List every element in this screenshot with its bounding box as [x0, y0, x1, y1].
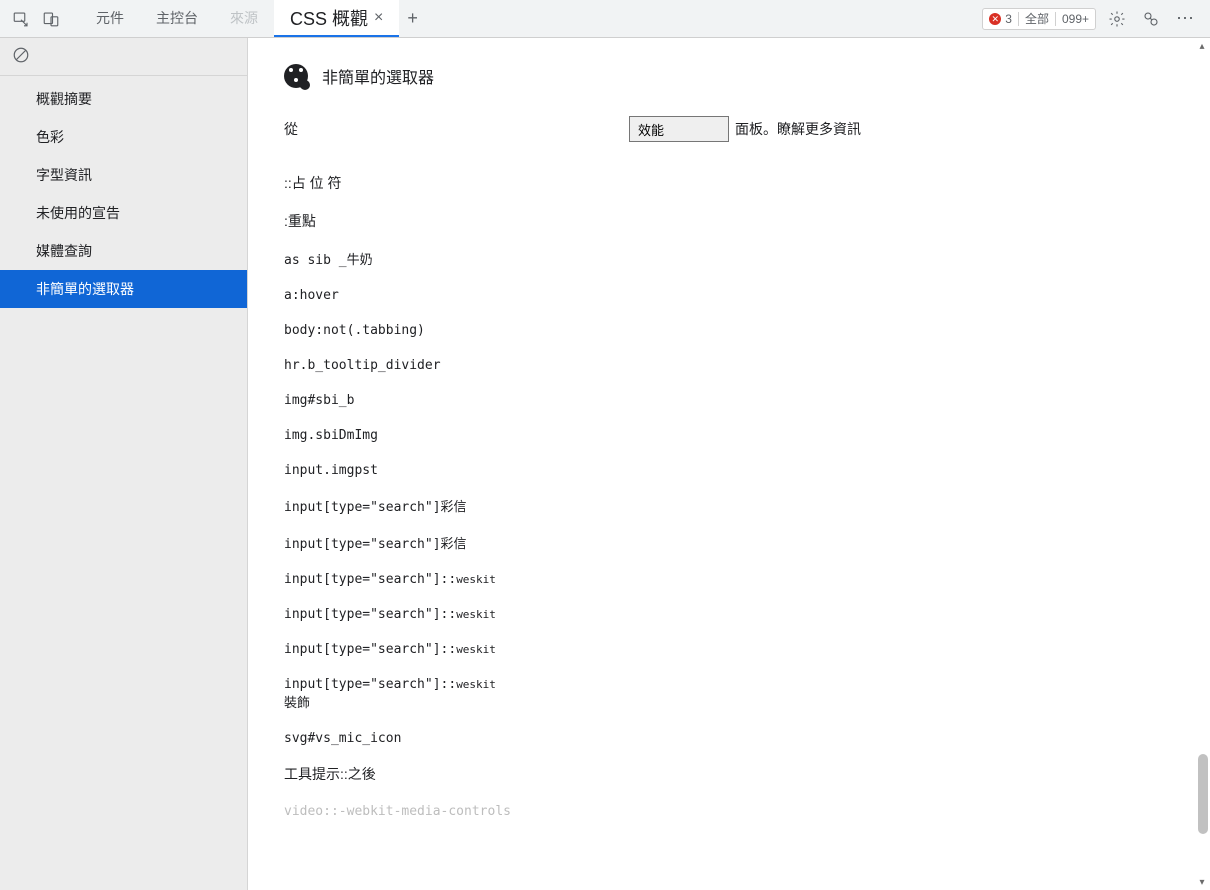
tab-sources[interactable]: 來源 [214, 0, 274, 37]
sidebar-item-label: 概觀摘要 [36, 91, 92, 107]
scrollbar-thumb[interactable] [1198, 754, 1208, 834]
settings-icon[interactable] [1104, 6, 1130, 32]
selector-text: input[type="search"]::weskit [284, 572, 496, 587]
device-toggle-icon[interactable] [36, 0, 66, 38]
inspect-element-icon[interactable] [6, 0, 36, 38]
selector-text: as sib _牛奶 [284, 253, 373, 268]
sidebar-item-label: 媒體查詢 [36, 243, 92, 259]
selector-text: ::占 位 符 [284, 175, 342, 191]
selector-item[interactable]: svg#vs_mic_icon [284, 720, 1210, 755]
scrollbar-track[interactable] [1196, 54, 1208, 874]
selector-text: :重點 [284, 213, 316, 229]
selector-text: input.imgpst [284, 463, 378, 478]
selector-item[interactable]: input[type="search"]::weskit [284, 561, 1210, 596]
selector-item[interactable]: img#sbi_b [284, 382, 1210, 417]
selector-text: hr.b_tooltip_divider [284, 358, 441, 373]
palette-icon [284, 64, 308, 88]
sidebar-item-fonts[interactable]: 字型資訊 [0, 156, 247, 194]
close-icon[interactable]: × [374, 9, 383, 27]
error-dot-icon: ✕ [989, 13, 1001, 25]
selector-text: 裝飾 [284, 695, 310, 710]
selector-item[interactable]: input.imgpst [284, 452, 1210, 487]
selector-item[interactable]: :重點 [284, 202, 1210, 240]
selector-item[interactable]: a:hover [284, 277, 1210, 312]
selector-item[interactable]: input[type="search"]彩信 [284, 487, 1210, 524]
css-overview-main: ▴ ▾ 非簡單的選取器 從 效能 面板。瞭解更多資訊 ::占 [248, 38, 1210, 890]
clear-icon[interactable] [12, 46, 30, 67]
scroll-up-button[interactable]: ▴ [1194, 38, 1210, 54]
selector-item[interactable]: hr.b_tooltip_divider [284, 347, 1210, 382]
sidebar-item-label: 未使用的宣告 [36, 205, 120, 221]
tab-label: CSS 概觀 [290, 5, 368, 31]
sidebar-item-label: 字型資訊 [36, 167, 92, 183]
tab-label: 來源 [230, 8, 258, 28]
tab-css-overview[interactable]: CSS 概觀 × [274, 0, 399, 37]
sidebar-item-summary[interactable]: 概觀摘要 [0, 80, 247, 118]
selector-item[interactable]: input[type="search"]::weskit [284, 596, 1210, 631]
hint-after-label: 面板。瞭解更多資訊 [735, 119, 861, 139]
sidebar-item-nonsimple[interactable]: 非簡單的選取器 [0, 270, 247, 308]
dock-side-icon[interactable] [1138, 6, 1164, 32]
more-menu-icon[interactable]: ⋯ [1172, 8, 1200, 29]
selector-item[interactable]: img.sbiDmImg [284, 417, 1210, 452]
scroll-down-button[interactable]: ▾ [1194, 874, 1210, 890]
hint-from-label: 從 [284, 119, 629, 139]
selector-text: input[type="search"]::weskit [284, 677, 496, 692]
tab-label: 元件 [96, 8, 124, 28]
selector-text: a:hover [284, 288, 339, 303]
tab-console[interactable]: 主控台 [140, 0, 214, 37]
selector-text: img#sbi_b [284, 393, 354, 408]
issues-counter[interactable]: ✕ 3 全部 099+ [982, 8, 1096, 30]
performance-panel-button[interactable]: 效能 [629, 116, 729, 142]
css-overview-sidebar: 概觀摘要 色彩 字型資訊 未使用的宣告 媒體查詢 非簡單的選取器 [0, 38, 248, 890]
selector-text: input[type="search"]彩信 [284, 537, 467, 552]
tab-elements[interactable]: 元件 [80, 0, 140, 37]
section-title: 非簡單的選取器 [322, 64, 434, 88]
sidebar-item-label: 色彩 [36, 129, 64, 145]
selector-item[interactable]: as sib _牛奶 [284, 240, 1210, 277]
devtools-tabbar: 元件 主控台 來源 CSS 概觀 × + ✕ 3 全部 099+ [0, 0, 1210, 38]
sidebar-item-media[interactable]: 媒體查詢 [0, 232, 247, 270]
selector-item[interactable]: input[type="search"]彩信 [284, 524, 1210, 561]
selector-text: input[type="search"]::weskit [284, 642, 496, 657]
selector-item[interactable]: ::占 位 符 [284, 164, 1210, 202]
selector-text: img.sbiDmImg [284, 428, 378, 443]
sidebar-header [0, 38, 247, 76]
overflow-count: 099+ [1062, 12, 1089, 26]
tab-strip: 元件 主控台 來源 CSS 概觀 × + [80, 0, 982, 37]
tab-add-button[interactable]: + [399, 0, 426, 37]
tab-label: 主控台 [156, 8, 198, 28]
selector-item[interactable]: video::-webkit-media-controls [284, 793, 1210, 828]
selector-item[interactable]: 工具提示::之後 [284, 755, 1210, 793]
all-label: 全部 [1025, 10, 1049, 27]
hint-row: 從 效能 面板。瞭解更多資訊 [284, 116, 1210, 142]
selector-text: svg#vs_mic_icon [284, 731, 401, 746]
sidebar-item-label: 非簡單的選取器 [36, 281, 134, 297]
selector-text: body:not(.tabbing) [284, 323, 425, 338]
sidebar-item-colors[interactable]: 色彩 [0, 118, 247, 156]
selector-item[interactable]: input[type="search"]::weskit [284, 666, 1210, 692]
selector-item[interactable]: body:not(.tabbing) [284, 312, 1210, 347]
selector-text: input[type="search"]::weskit [284, 607, 496, 622]
selector-text: input[type="search"]彩信 [284, 500, 467, 515]
selector-text: video::-webkit-media-controls [284, 804, 511, 819]
selector-text: 工具提示::之後 [284, 766, 376, 782]
section-header: 非簡單的選取器 [284, 64, 1210, 88]
selector-item[interactable]: input[type="search"]::weskit [284, 631, 1210, 666]
sidebar-item-unused[interactable]: 未使用的宣告 [0, 194, 247, 232]
selector-item-sub[interactable]: 裝飾 [284, 692, 1210, 720]
error-count: 3 [1005, 12, 1012, 26]
selector-list: ::占 位 符 :重點 as sib _牛奶 a:hover body:not(… [284, 164, 1210, 828]
toolbar-right: ✕ 3 全部 099+ ⋯ [982, 6, 1210, 32]
